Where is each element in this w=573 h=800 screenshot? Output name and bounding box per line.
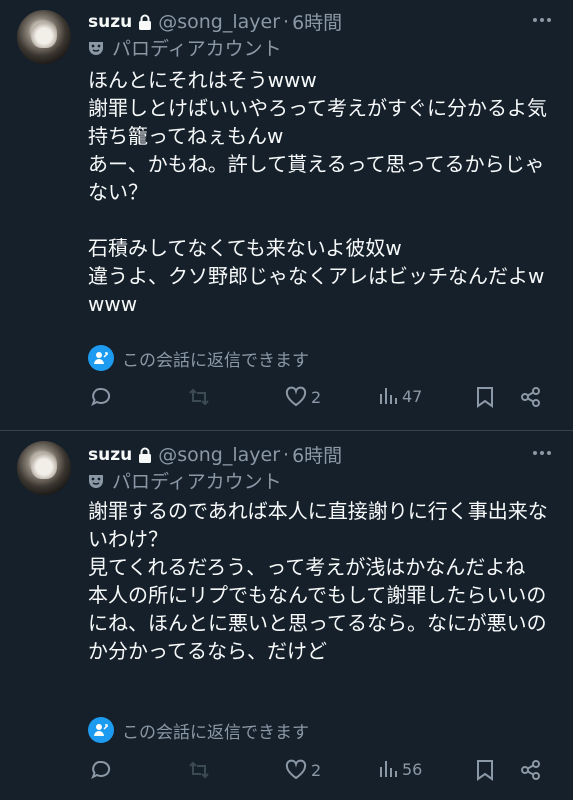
parody-mask-icon bbox=[89, 474, 103, 488]
lock-icon bbox=[139, 14, 152, 30]
handle[interactable]: @song_layer bbox=[158, 11, 280, 33]
like-count: 2 bbox=[311, 387, 322, 407]
bookmark-button[interactable] bbox=[475, 386, 495, 408]
retweet-button[interactable] bbox=[188, 759, 210, 781]
timestamp[interactable]: 6時間 bbox=[292, 8, 342, 35]
views-button[interactable]: 56 bbox=[378, 759, 422, 779]
reply-restriction-icon bbox=[88, 345, 114, 371]
views-icon bbox=[380, 388, 397, 404]
bookmark-button[interactable] bbox=[475, 759, 495, 781]
reply-icon bbox=[91, 760, 111, 780]
reply-button[interactable] bbox=[90, 759, 112, 781]
parody-badge: パロディアカウント bbox=[88, 467, 282, 494]
reply-restriction-label: この会話に返信できます bbox=[122, 350, 309, 371]
more-icon[interactable] bbox=[533, 18, 551, 22]
retweet-button[interactable] bbox=[188, 386, 210, 408]
reply-restriction: この会話に返信できます bbox=[88, 717, 309, 743]
reply-restriction-label: この会話に返信できます bbox=[122, 722, 309, 743]
views-count: 56 bbox=[402, 759, 423, 779]
reply-icon bbox=[91, 387, 111, 407]
reply-button[interactable] bbox=[90, 386, 112, 408]
share-button[interactable] bbox=[520, 759, 542, 781]
like-icon bbox=[285, 386, 307, 407]
action-bar: 2 47 bbox=[0, 386, 573, 416]
parody-label: パロディアカウント bbox=[112, 471, 282, 493]
like-button[interactable]: 2 bbox=[285, 386, 321, 408]
timestamp[interactable]: 6時間 bbox=[292, 441, 342, 468]
like-button[interactable]: 2 bbox=[285, 759, 321, 781]
display-name[interactable]: suzu bbox=[88, 12, 132, 32]
tweet-header: suzu @song_layer · 6時間 bbox=[88, 441, 342, 468]
avatar[interactable] bbox=[17, 441, 71, 495]
more-icon[interactable] bbox=[533, 451, 551, 455]
share-icon bbox=[521, 760, 540, 780]
handle[interactable]: @song_layer bbox=[158, 444, 280, 466]
retweet-icon bbox=[189, 761, 209, 779]
separator: · bbox=[283, 443, 290, 466]
parody-mask-icon bbox=[89, 41, 103, 55]
bookmark-icon bbox=[477, 387, 493, 408]
parody-badge: パロディアカウント bbox=[88, 34, 282, 61]
views-count: 47 bbox=[402, 386, 423, 406]
tweet-text: 謝罪するのであれば本人に直接謝りに行く事出来ないわけ？ 見てくれるだろう、って考… bbox=[88, 499, 548, 663]
tweet[interactable]: suzu @song_layer · 6時間 パロディアカウント ほんとにそれは… bbox=[0, 0, 573, 430]
tweet-header: suzu @song_layer · 6時間 bbox=[88, 8, 342, 35]
share-icon bbox=[521, 387, 540, 407]
reply-restriction: この会話に返信できます bbox=[88, 345, 309, 371]
avatar[interactable] bbox=[17, 10, 71, 64]
parody-label: パロディアカウント bbox=[112, 38, 282, 60]
separator: · bbox=[283, 10, 290, 33]
share-button[interactable] bbox=[520, 386, 542, 408]
tweet-text: ほんとにそれはそうwww 謝罪しとけばいいやろって考えがすぐに分かるよ気持ち籠っ… bbox=[88, 68, 547, 316]
display-name[interactable]: suzu bbox=[88, 445, 132, 465]
action-bar: 2 56 bbox=[0, 759, 573, 789]
like-count: 2 bbox=[311, 760, 322, 780]
lock-icon bbox=[139, 447, 152, 463]
views-button[interactable]: 47 bbox=[378, 386, 422, 406]
like-icon bbox=[285, 759, 307, 780]
retweet-icon bbox=[189, 388, 209, 406]
bookmark-icon bbox=[477, 760, 493, 781]
reply-restriction-icon bbox=[88, 717, 114, 743]
views-icon bbox=[380, 761, 397, 777]
tweet[interactable]: suzu @song_layer · 6時間 パロディアカウント 謝罪するのであ… bbox=[0, 430, 573, 800]
